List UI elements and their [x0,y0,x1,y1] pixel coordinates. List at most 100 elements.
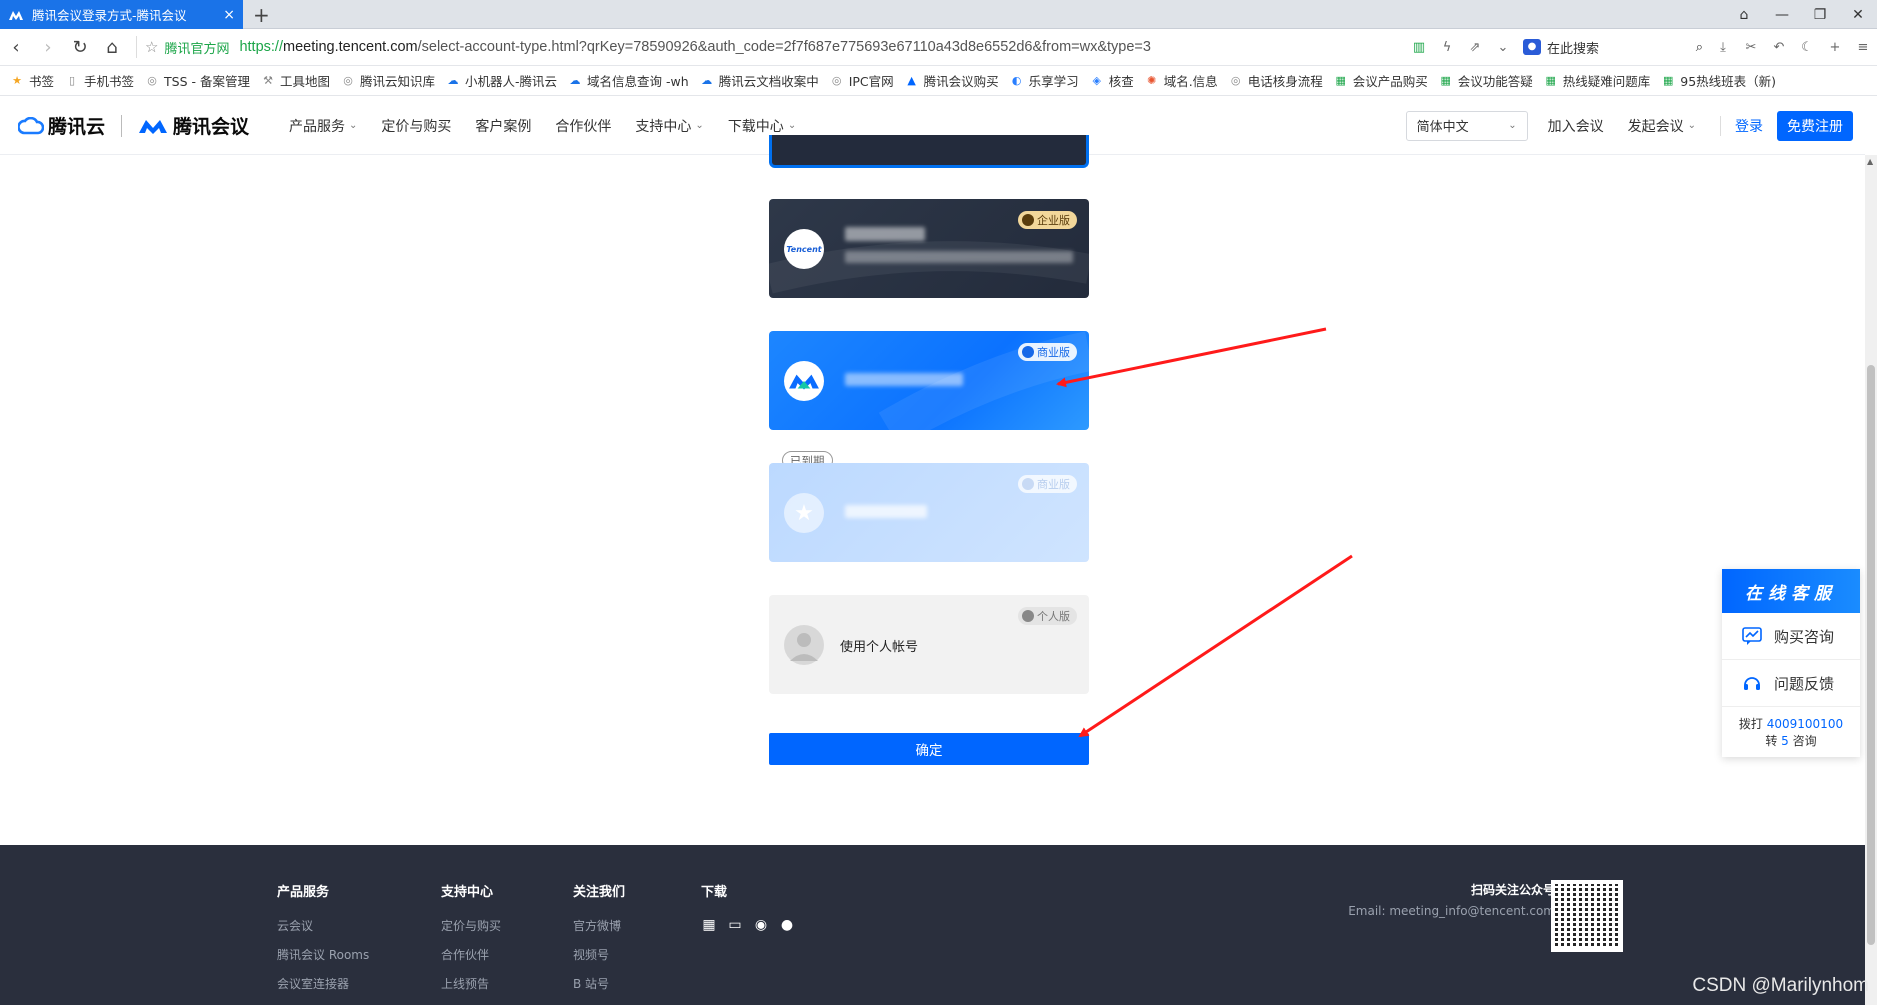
business-avatar [784,361,824,401]
url-path: /select-account-type.html?qrKey=78590926… [417,39,1151,55]
bookmark-item[interactable]: ◎ IPC官网 [830,71,894,90]
tencent-cloud-icon [18,116,44,134]
nav-item[interactable]: 支持中心 ⌄ [635,116,703,136]
search-icon[interactable]: ⌕ [1696,40,1703,55]
bookmark-item[interactable]: ☁ 腾讯云文档收案中 [700,71,819,90]
feedback-item[interactable]: 问题反馈 [1722,660,1860,707]
hotline-number[interactable]: 4009100100 [1767,717,1843,731]
restore-icon[interactable]: ❐ [1801,7,1839,23]
url-host: meeting.tencent.com [283,39,418,55]
bookmark-item[interactable]: ★ 书签 [10,71,54,90]
language-select[interactable]: 简体中文 ⌄ [1405,110,1528,141]
tencent-cloud-logo[interactable]: 腾讯云 [18,112,105,139]
android-icon[interactable]: ◉ [753,917,769,933]
windows-icon[interactable]: ▦ [701,917,717,933]
bookmark-item[interactable]: ☁ 域名信息查询 -wh [568,71,689,90]
chevron-down-icon: ⌄ [787,120,797,131]
bookmark-item[interactable]: ▦ 热线疑难问题库 [1544,71,1651,90]
login-link[interactable]: 登录 [1720,115,1763,136]
bookmark-label: 会议产品购买 [1352,74,1428,89]
account-card-enterprise[interactable]: Tencent 企业版 [769,199,1089,298]
footer-link[interactable]: 腾讯会议 Rooms [277,946,369,963]
bookmark-item[interactable]: ⚒ 工具地图 [261,71,330,90]
account-card-business[interactable]: 商业版 [769,331,1089,430]
business-badge-text: 商业版 [1037,346,1070,359]
bookmark-item[interactable]: ▲ 腾讯会议购买 [905,71,998,90]
online-service-title[interactable]: 在线客服 [1722,569,1860,613]
new-tab-icon[interactable]: + [253,3,270,27]
bookmark-star-icon[interactable]: ☆ [145,38,158,56]
flash-icon[interactable]: ϟ [1433,40,1461,55]
add-icon[interactable]: + [1821,40,1849,55]
bookmark-item[interactable]: ▦ 会议功能答疑 [1439,71,1533,90]
share-icon[interactable]: ⇗ [1461,40,1489,55]
footer-link[interactable]: 上线预告 [441,975,501,992]
account-card-expired[interactable]: ★ 商业版 [769,463,1089,562]
footer-link[interactable]: 视频号 [573,946,625,963]
bookmark-item[interactable]: ◐ 乐享学习 [1010,71,1079,90]
scrollbar-thumb[interactable] [1867,365,1875,945]
start-meeting-link[interactable]: 发起会议 ⌄ [1628,116,1696,136]
nav-item-label: 支持中心 [635,118,692,135]
nav-item[interactable]: 客户案例 [475,116,531,136]
footer-link[interactable]: 合作伙伴 [441,946,501,963]
shirt-icon[interactable]: ⌂ [1725,7,1763,23]
search-box[interactable]: ● 在此搜索 ⌕ [1523,38,1703,57]
bookmark-item[interactable]: ☁ 小机器人-腾讯云 [446,71,558,90]
scissors-icon[interactable]: ✂ [1737,40,1765,55]
window-controls: ⌂ — ❐ ✕ [1725,0,1877,29]
minimize-icon[interactable]: — [1763,7,1801,23]
undo-icon[interactable]: ↶ [1765,40,1793,55]
home-icon[interactable]: ⌂ [96,37,128,58]
close-tab-icon[interactable]: × [223,7,235,23]
enterprise-avatar-text: Tencent [786,244,822,254]
scroll-up-icon[interactable]: ▲ [1867,157,1873,166]
headset-icon [1744,677,1760,690]
mac-laptop-icon[interactable]: ▭ [727,917,743,933]
bookmark-item[interactable]: ✺ 域名.信息 [1145,71,1218,90]
footer-link[interactable]: 会议室连接器 [277,975,369,992]
free-register-button[interactable]: 免费注册 [1777,110,1853,141]
meeting-icon: ▲ [907,73,916,87]
cloud-icon: ☁ [569,73,581,87]
download-icon[interactable]: ⤓ [1709,40,1737,55]
account-card-personal[interactable]: 使用个人帐号 个人版 [769,595,1089,694]
bookmark-item[interactable]: ▦ 95热线班表（新) [1661,71,1776,90]
apple-icon[interactable]: ● [779,917,795,933]
search-input[interactable]: 在此搜索 [1547,38,1696,57]
back-icon[interactable]: ‹ [0,37,32,58]
footer-link[interactable]: 定价与购买 [441,917,501,934]
reload-icon[interactable]: ↻ [64,37,96,58]
nav-item[interactable]: 产品服务 ⌄ [289,116,357,136]
chevron-down-icon[interactable]: ⌄ [1489,40,1517,55]
footer-link[interactable]: B 站号 [573,975,625,992]
browser-tab-active[interactable]: 腾讯会议登录方式-腾讯会议 × [0,0,243,29]
bookmark-item[interactable]: ◈ 核查 [1090,71,1133,90]
bookmark-item[interactable]: ◎ TSS - 备案管理 [145,71,250,90]
footer-link[interactable]: 云会议 [277,917,369,934]
vertical-scrollbar[interactable]: ▲ [1865,155,1877,1005]
join-meeting-link[interactable]: 加入会议 [1548,116,1604,136]
bookmark-item[interactable]: ◎ 电话核身流程 [1229,71,1323,90]
forward-icon[interactable]: › [32,37,64,58]
nav-item[interactable]: 定价与购买 [381,116,451,136]
contact-email[interactable]: Email: meeting_info@tencent.com [1348,904,1555,918]
reader-icon[interactable]: ▥ [1405,40,1433,55]
confirm-button[interactable]: 确定 [769,733,1089,765]
tencent-meeting-logo[interactable]: 腾讯会议 [138,112,249,139]
personal-badge-icon [1022,610,1034,622]
account-card-selected-partial[interactable] [769,135,1089,168]
bookmark-item[interactable]: ◎ 腾讯云知识库 [341,71,435,90]
close-window-icon[interactable]: ✕ [1839,7,1877,23]
purchase-consult-item[interactable]: 购买咨询 [1722,613,1860,660]
tencent-meeting-logo-icon [789,374,819,390]
nav-item[interactable]: 下载中心 ⌄ [728,116,796,136]
url-field[interactable]: https://meeting.tencent.com/select-accou… [239,39,1151,55]
menu-icon[interactable]: ≡ [1849,40,1877,55]
nav-item-label: 合作伙伴 [555,118,612,135]
bookmark-item[interactable]: ▦ 会议产品购买 [1334,71,1428,90]
footer-link[interactable]: 官方微博 [573,917,625,934]
night-mode-icon[interactable]: ☾ [1793,40,1821,55]
nav-item[interactable]: 合作伙伴 [555,116,611,136]
bookmark-item[interactable]: ▯ 手机书签 [65,71,134,90]
